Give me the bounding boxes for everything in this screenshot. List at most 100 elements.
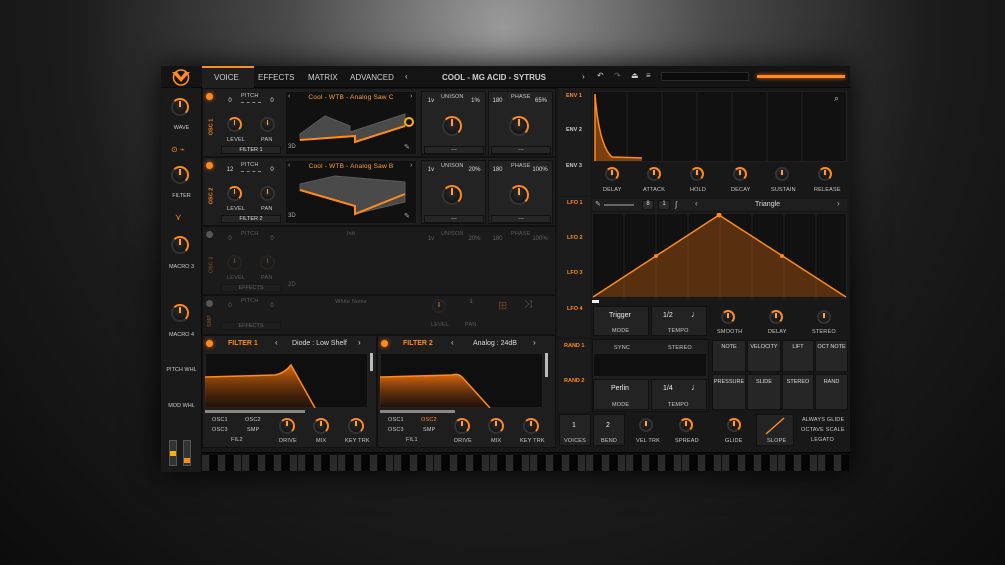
filter2-next-icon[interactable]: › [533,338,536,347]
osc1-view-mode[interactable]: 3D [288,144,296,150]
osc3-wave-name[interactable]: Init [296,231,406,237]
osc3-phase-value[interactable]: 180 [490,236,505,245]
smp-pitch-semi[interactable]: 0 [265,303,279,312]
tab-voice[interactable]: VOICE [214,73,239,82]
piano-key[interactable] [378,455,385,471]
osc1-pitch-semi[interactable]: 0 [265,98,279,108]
piano-key[interactable] [218,455,225,471]
piano-key[interactable] [242,455,249,471]
piano-key[interactable] [602,455,609,471]
piano-key[interactable] [306,455,313,471]
tab-lfo3[interactable]: LFO 3 [567,270,583,276]
mod-note[interactable]: NOTE [712,340,746,372]
piano-key[interactable] [714,455,721,471]
tab-lfo2[interactable]: LFO 2 [567,235,583,241]
piano-key[interactable] [266,455,273,471]
mod-rand[interactable]: RAND [815,374,848,410]
filter2-power[interactable] [381,340,388,347]
piano-key[interactable] [586,455,593,471]
env-delay-knob[interactable] [605,167,619,181]
filter1-route-osc3[interactable]: OSC3 [212,427,228,433]
env-hold-knob[interactable] [690,167,704,181]
piano-key[interactable] [418,455,425,471]
piano-key[interactable] [762,455,769,471]
lfo-stereo-knob[interactable] [817,310,831,324]
tab-matrix[interactable]: MATRIX [308,73,338,82]
piano-key[interactable] [706,455,713,471]
filter-macro-knob[interactable] [171,166,189,184]
piano-key[interactable] [442,455,449,471]
piano-key[interactable] [650,455,657,471]
filter2-drive-knob[interactable] [454,418,470,434]
vel-trk-knob[interactable] [639,418,653,432]
mod-lift[interactable]: LIFT [782,340,814,372]
env-release-knob[interactable] [818,167,832,181]
piano-key[interactable] [274,455,281,471]
lfo-shape-next-icon[interactable]: › [837,199,840,208]
tab-effects[interactable]: EFFECTS [258,73,294,82]
osc1-wave-name[interactable]: Cool - WTB - Analog Saw C [296,94,406,101]
piano-key[interactable] [322,455,329,471]
osc2-pitch-oct[interactable]: 12 [223,167,237,177]
piano-key[interactable] [338,455,345,471]
smp-wave-name[interactable]: White Noise [296,299,406,305]
filter1-route-fil2[interactable]: FIL2 [231,437,243,443]
piano-key[interactable] [818,455,825,471]
osc3-unison-detune[interactable]: 20% [466,236,483,245]
filter2-scroll[interactable] [545,353,548,377]
filter2-mix-slider[interactable] [380,410,455,413]
piano-key[interactable] [722,455,729,471]
tab-advanced[interactable]: ADVANCED [350,73,394,82]
osc3-pitch-semi[interactable]: 0 [265,236,279,246]
piano-key[interactable] [410,455,417,471]
osc3-phase-rand[interactable]: 100% [530,236,550,245]
smp-pan-value[interactable]: 1 [464,299,478,308]
sidebar-item-macro3[interactable]: MACRO 3 [161,264,202,270]
piano-key[interactable] [250,455,257,471]
smp-random-icon[interactable]: ⤨ [524,299,532,310]
tab-rand2[interactable]: RAND 2 [564,378,584,384]
piano-key[interactable] [842,455,849,471]
osc2-power[interactable] [206,162,213,169]
piano-key[interactable] [634,455,641,471]
macro3-knob[interactable] [171,236,189,254]
osc2-phase-rand[interactable]: 100% [530,167,550,176]
osc2-wave-next-icon[interactable]: › [410,162,412,169]
lfo-sync-note-icon[interactable]: ♩ [691,309,700,319]
piano-key[interactable] [770,455,777,471]
piano-key[interactable] [746,455,753,471]
piano-key[interactable] [226,455,233,471]
filter1-mix-slider[interactable] [205,410,305,413]
filter2-prev-icon[interactable]: ‹ [451,338,454,347]
filter2-route-osc2[interactable]: OSC2 [421,417,437,423]
piano-key[interactable] [538,455,545,471]
osc1-edit-icon[interactable]: ✎ [404,143,410,151]
spread-knob[interactable] [679,418,693,432]
piano-key[interactable] [690,455,697,471]
piano-key[interactable] [834,455,841,471]
voices-value[interactable]: 1 [572,422,576,429]
tab-lfo1[interactable]: LFO 1 [567,200,583,206]
osc1-unison-knob[interactable] [442,116,462,136]
piano-key[interactable] [362,455,369,471]
osc3-effects[interactable]: EFFECTS [221,284,281,292]
piano-key[interactable] [258,455,265,471]
osc2-pitch-semi[interactable]: 0 [265,167,279,177]
lfo-grid-slider[interactable] [604,204,634,206]
piano-key[interactable] [346,455,353,471]
tab-env2[interactable]: ENV 2 [566,127,582,133]
piano-key[interactable] [594,455,601,471]
osc2-pan-knob[interactable] [260,186,275,201]
env-sustain-knob[interactable] [775,167,789,181]
piano-key[interactable] [754,455,761,471]
smp-level-knob[interactable] [432,299,446,313]
piano-key[interactable] [618,455,625,471]
osc2-filter-select[interactable]: FILTER 2 [221,215,281,223]
piano-key[interactable] [386,455,393,471]
piano-key[interactable] [794,455,801,471]
piano-key[interactable] [610,455,617,471]
env-attack-knob[interactable] [647,167,661,181]
osc3-view-mode[interactable]: 2D [288,282,296,288]
piano-key[interactable] [330,455,337,471]
piano-key[interactable] [434,455,441,471]
